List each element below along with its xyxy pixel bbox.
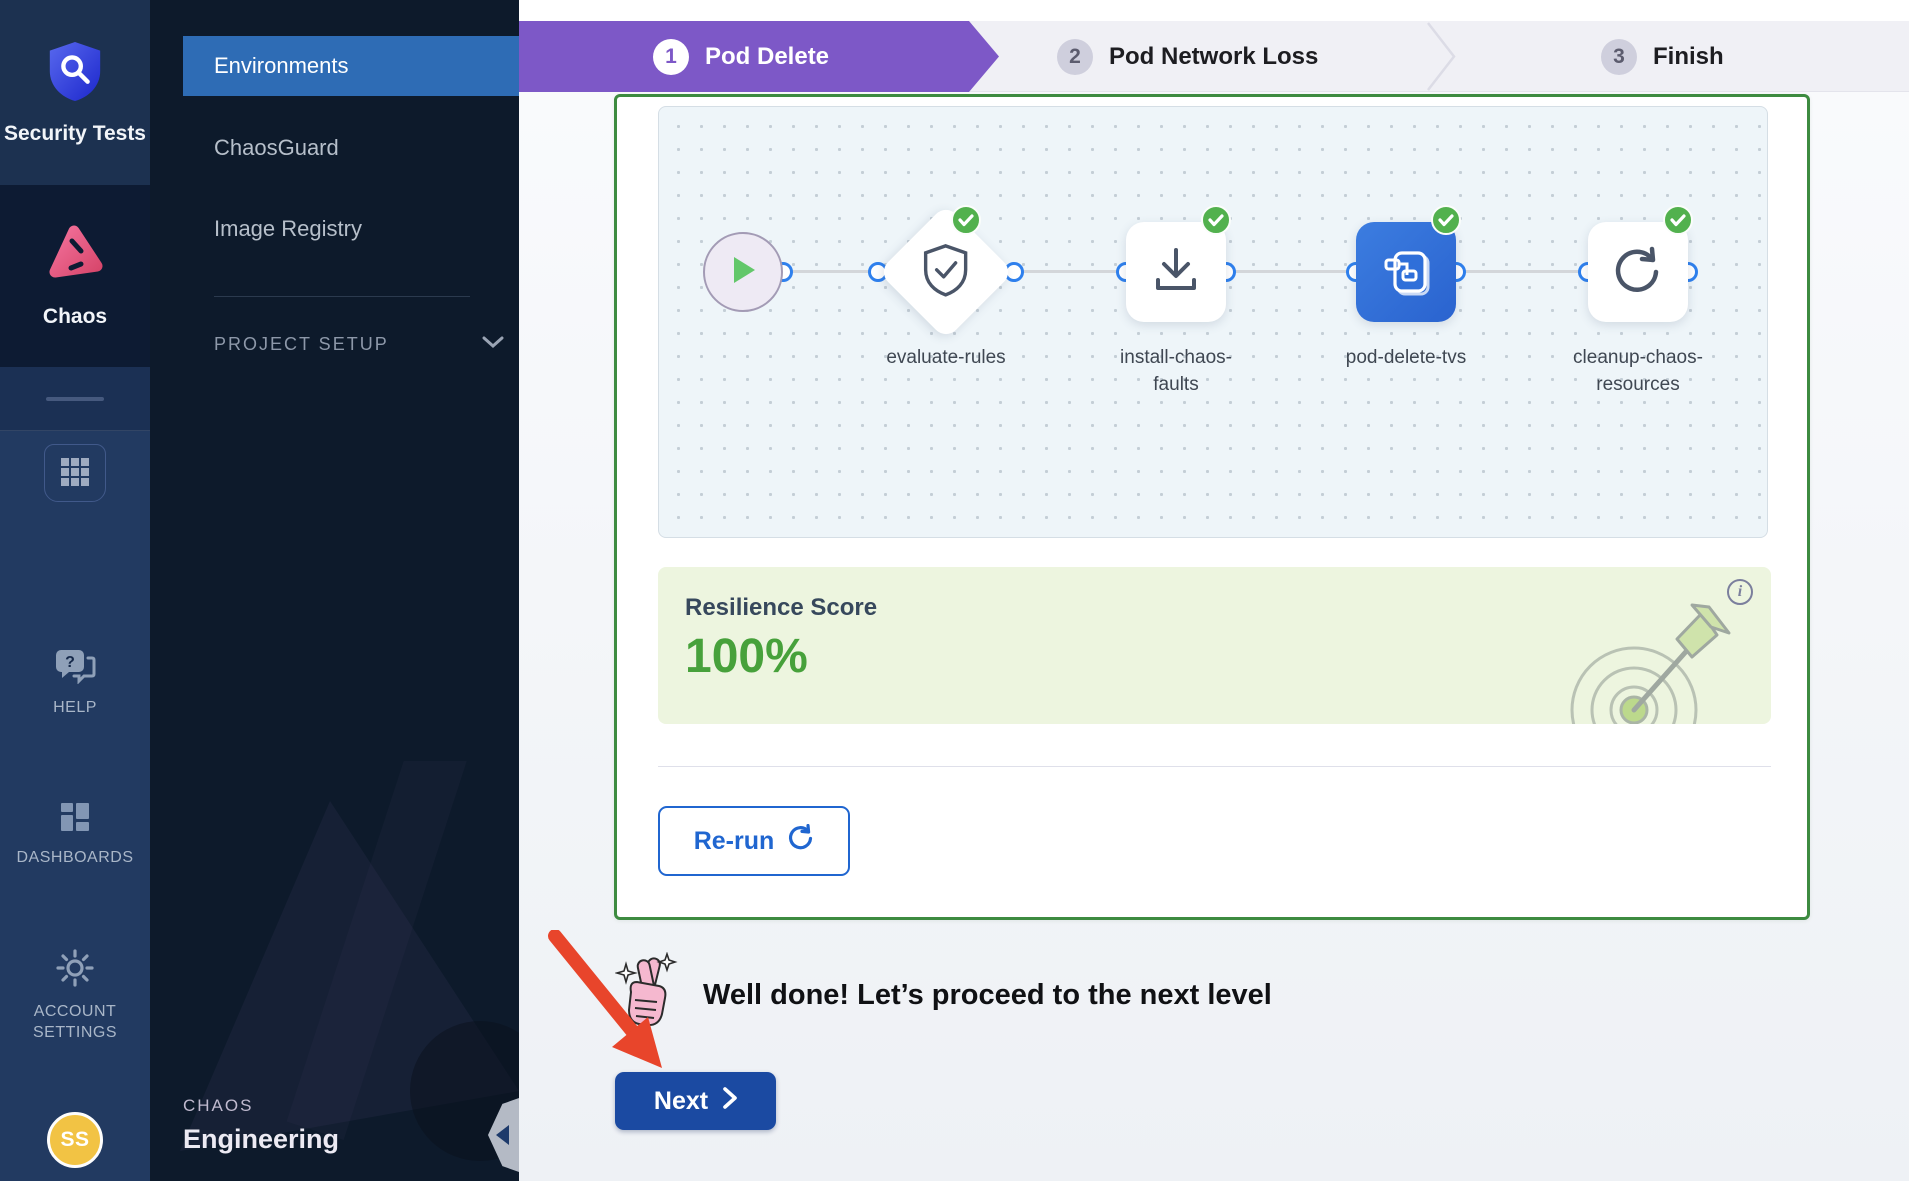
chaos-engineering-app: Security Tests Chaos: [0, 0, 1909, 1181]
sidebar-item-image-registry[interactable]: Image Registry: [183, 199, 519, 259]
chevron-right-icon: [723, 1087, 737, 1116]
avatar[interactable]: SS: [47, 1112, 103, 1168]
module-security-tests-label: Security Tests: [4, 122, 146, 146]
help-chat-icon: ?: [54, 648, 96, 689]
step-pod-network-loss[interactable]: 2 Pod Network Loss: [1057, 21, 1318, 92]
experiment-icon: [1379, 243, 1433, 302]
step-2-label: Pod Network Loss: [1109, 43, 1318, 71]
sidebar-item-environments[interactable]: Environments: [183, 36, 519, 96]
module-security-tests[interactable]: Security Tests: [0, 0, 150, 185]
node-label: pod-delete-tvs: [1326, 345, 1486, 372]
main-content: 1 Pod Delete 2 Pod Network Loss 3 Finish: [519, 0, 1909, 1181]
step-1-badge: 1: [653, 39, 689, 75]
svg-text:?: ?: [65, 654, 75, 671]
chevron-down-icon: [482, 335, 504, 354]
sidebar-divider: [214, 296, 470, 297]
target-illustration: [1559, 595, 1749, 724]
module-picker-button[interactable]: [44, 444, 106, 502]
security-tests-shield-icon: [44, 39, 106, 108]
sidebar-item-image-registry-label: Image Registry: [214, 216, 362, 242]
pipeline-node-evaluate-rules[interactable]: [878, 204, 1014, 340]
module-rail: Security Tests Chaos: [0, 0, 150, 1181]
rail-divider: [0, 367, 150, 431]
resilience-score-value: 100%: [685, 629, 808, 684]
top-strip: [519, 0, 1909, 21]
pipeline-node-pod-delete-tvs[interactable]: [1356, 222, 1456, 322]
rail-item-account-settings[interactable]: ACCOUNTSETTINGS: [0, 948, 150, 1044]
rail-item-dashboards-label: DASHBOARDS: [16, 848, 133, 869]
step-pod-delete[interactable]: 1 Pod Delete: [519, 21, 999, 92]
module-chaos[interactable]: Chaos: [0, 185, 150, 367]
celebration-hand-icon: [615, 952, 681, 1039]
pipeline-node-cleanup-chaos-resources[interactable]: [1588, 222, 1688, 322]
project-setup-label: PROJECT SETUP: [214, 334, 389, 355]
project-info: CHAOS Engineering: [183, 1096, 339, 1155]
next-button-label: Next: [654, 1087, 708, 1116]
card-divider: [658, 766, 1771, 767]
success-badge-icon: [1663, 205, 1693, 235]
rail-item-account-label: ACCOUNTSETTINGS: [33, 1002, 117, 1044]
step-finish[interactable]: 3 Finish: [1601, 21, 1724, 92]
avatar-initials: SS: [60, 1128, 89, 1152]
success-badge-icon: [951, 205, 981, 235]
rail-drag-handle[interactable]: [46, 397, 104, 401]
step-separator-icon: [1424, 21, 1458, 97]
sidebar-item-chaosguard[interactable]: ChaosGuard: [183, 118, 519, 178]
resilience-score-title: Resilience Score: [685, 594, 877, 622]
success-badge-icon: [1201, 205, 1231, 235]
download-icon: [1150, 244, 1202, 301]
rail-item-help-label: HELP: [53, 698, 97, 719]
wizard-stepper: 1 Pod Delete 2 Pod Network Loss 3 Finish: [519, 21, 1909, 92]
gear-icon: [55, 948, 95, 993]
step-3-label: Finish: [1653, 43, 1724, 71]
welldone-text: Well done! Let’s proceed to the next lev…: [703, 979, 1272, 1012]
pipeline-start-node[interactable]: [703, 232, 783, 312]
module-chaos-label: Chaos: [43, 305, 107, 329]
step-2-badge: 2: [1057, 39, 1093, 75]
sidebar-collapse-handle[interactable]: [488, 1093, 519, 1177]
chaos-module-icon: [45, 224, 105, 291]
rail-item-dashboards[interactable]: DASHBOARDS: [0, 800, 150, 869]
pipeline-node-install-chaos-faults[interactable]: [1126, 222, 1226, 322]
project-name: Engineering: [183, 1124, 339, 1155]
next-button[interactable]: Next: [615, 1072, 776, 1130]
play-icon: [728, 254, 758, 291]
resilience-score-panel: Resilience Score 100% i: [658, 567, 1771, 724]
sidebar: Environments ChaosGuard Image Registry P…: [150, 0, 519, 1181]
rerun-button[interactable]: Re-run: [658, 806, 850, 876]
module-grid-icon: [60, 457, 90, 490]
project-setup-section[interactable]: PROJECT SETUP: [214, 334, 504, 355]
dashboards-icon: [58, 800, 92, 839]
collapse-left-icon: [496, 1125, 509, 1145]
node-label: cleanup-chaos-resources: [1563, 345, 1713, 398]
refresh-icon: [1612, 244, 1664, 301]
sidebar-item-chaosguard-label: ChaosGuard: [214, 135, 339, 161]
rerun-button-label: Re-run: [694, 827, 775, 856]
experiment-result-card: evaluate-rules install-chaos-faults pod-…: [614, 94, 1810, 920]
shield-check-icon: [920, 242, 972, 303]
rerun-refresh-icon: [787, 824, 814, 858]
welldone-row: Well done! Let’s proceed to the next lev…: [615, 952, 1272, 1039]
success-badge-icon: [1431, 205, 1461, 235]
pipeline-canvas: evaluate-rules install-chaos-faults pod-…: [658, 106, 1768, 538]
project-module-label: CHAOS: [183, 1096, 339, 1116]
step-3-badge: 3: [1601, 39, 1637, 75]
rail-item-help[interactable]: ? HELP: [0, 648, 150, 719]
step-1-label: Pod Delete: [705, 43, 829, 71]
node-label: evaluate-rules: [866, 345, 1026, 372]
node-label: install-chaos-faults: [1111, 345, 1241, 398]
sidebar-item-environments-label: Environments: [214, 53, 349, 79]
